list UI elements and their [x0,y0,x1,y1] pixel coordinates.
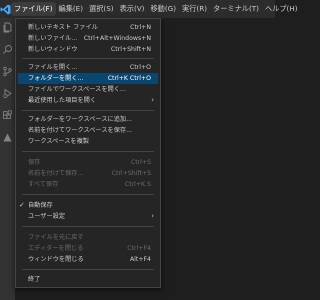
menu-separator [22,151,154,152]
menu-item-revert-file[interactable]: ファイルを元に戻す [18,232,158,243]
menu-separator [22,269,154,270]
menu-file[interactable]: ファイル(F) [11,2,56,16]
menu-item-open-folder[interactable]: フォルダーを開く... Ctrl+K Ctrl+O [18,73,158,84]
files-icon[interactable] [2,22,13,33]
menu-item-exit[interactable]: 終了 [18,274,158,285]
menu-bar: ファイル(F) 編集(E) 選択(S) 表示(V) 移動(G) 実行(R) ター… [0,0,298,18]
menu-item-save-as[interactable]: 名前を付けて保存... Ctrl+Shift+S [18,168,158,179]
menu-separator [22,110,154,111]
remote-icon[interactable] [2,132,13,143]
menu-separator [22,58,154,59]
search-icon[interactable] [2,44,13,55]
vscode-logo-icon [0,0,11,18]
menu-item-save-workspace-as[interactable]: 名前を付けてワークスペースを保存... [18,125,158,136]
menu-item-add-folder-to-workspace[interactable]: フォルダーをワークスペースに追加... [18,114,158,125]
menu-item-open-recent[interactable]: 最近使用した項目を開く › [18,95,158,106]
activity-bar [0,18,15,300]
menu-edit[interactable]: 編集(E) [56,2,87,16]
menu-item-open-workspace-from-file[interactable]: ファイルでワークスペースを開く... [18,84,158,95]
source-control-icon[interactable] [2,66,13,77]
file-menu-dropdown: 新しいテキスト ファイル Ctrl+N 新しいファイル... Ctrl+Alt+… [15,18,161,288]
chevron-right-icon: › [151,212,154,220]
menu-item-new-file[interactable]: 新しいファイル... Ctrl+Alt+Windows+N [18,33,158,44]
menu-item-auto-save[interactable]: ✓ 自動保存 [18,200,158,211]
menu-item-save-all[interactable]: すべて保存 Ctrl+K S [18,179,158,190]
menu-item-open-file[interactable]: ファイルを開く... Ctrl+O [18,62,158,73]
menu-item-close-editor[interactable]: エディターを閉じる Ctrl+F4 [18,243,158,254]
menu-view[interactable]: 表示(V) [117,2,148,16]
menu-go[interactable]: 移動(G) [147,2,179,16]
checkmark-icon: ✓ [19,201,25,209]
menu-selection[interactable]: 選択(S) [86,2,117,16]
menu-help[interactable]: ヘルプ(H) [262,2,301,16]
menu-separator [22,194,154,195]
menu-item-new-text-file[interactable]: 新しいテキスト ファイル Ctrl+N [18,22,158,33]
menu-item-new-window[interactable]: 新しいウィンドウ Ctrl+Shift+N [18,44,158,55]
menu-run[interactable]: 実行(R) [179,2,210,16]
menu-item-close-window[interactable]: ウィンドウを閉じる Alt+F4 [18,254,158,265]
menu-separator [22,226,154,227]
menu-item-save[interactable]: 保存 Ctrl+S [18,157,158,168]
extensions-icon[interactable] [2,110,13,121]
run-debug-icon[interactable] [2,88,13,99]
menu-item-preferences[interactable]: ユーザー設定 › [18,211,158,222]
menu-terminal[interactable]: ターミナル(T) [210,2,262,16]
menu-item-duplicate-workspace[interactable]: ワークスペースを複製 [18,136,158,147]
chevron-right-icon: › [151,96,154,104]
